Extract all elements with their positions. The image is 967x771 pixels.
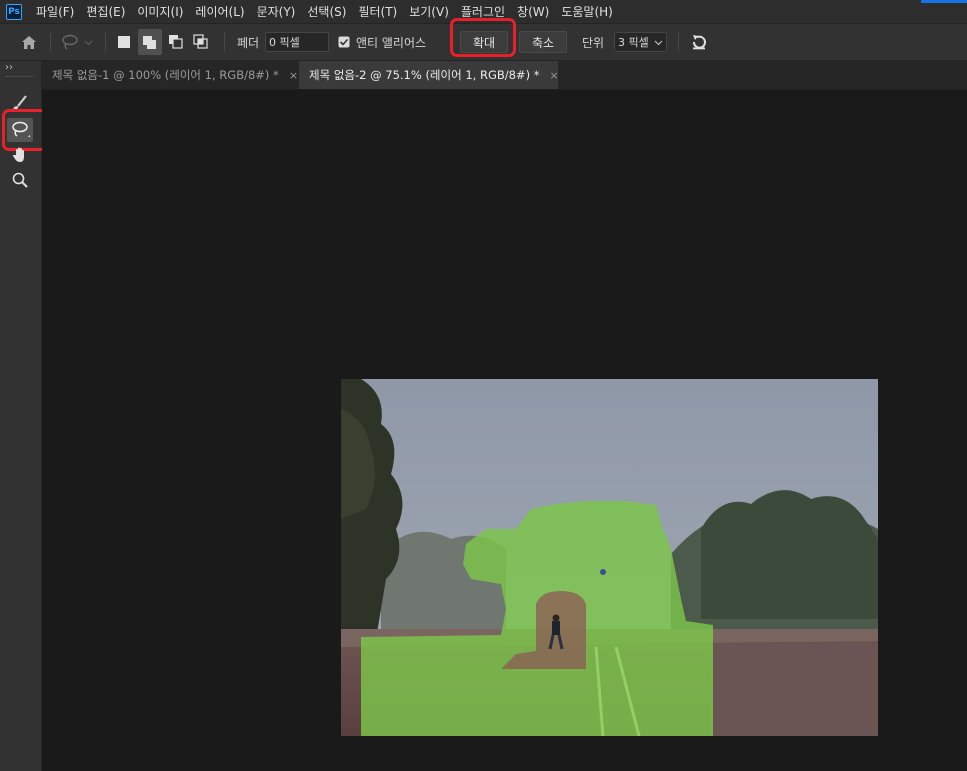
unit-select-value: 3 픽셀 — [618, 36, 649, 49]
intersect-selection-icon — [193, 34, 208, 49]
reset-button[interactable] — [690, 24, 708, 60]
subtract-from-selection-button[interactable] — [168, 34, 184, 53]
menu-file[interactable]: 파일(F) — [30, 3, 80, 20]
zoom-tool[interactable] — [7, 168, 33, 192]
new-selection-icon[interactable] — [118, 36, 130, 48]
menu-edit[interactable]: 편집(E) — [80, 3, 131, 20]
close-icon[interactable]: × — [549, 69, 558, 82]
menu-select[interactable]: 선택(S) — [301, 3, 352, 20]
photo-with-quick-mask — [341, 379, 878, 736]
tool-preset-picker[interactable] — [58, 24, 100, 60]
feather-label: 페더 — [237, 35, 260, 50]
menu-image[interactable]: 이미지(I) — [131, 3, 189, 20]
subtract-selection-icon — [169, 35, 183, 49]
document-image[interactable] — [341, 379, 878, 736]
feather-input[interactable]: 0 픽셀 — [265, 32, 329, 52]
options-bar: 페더 0 픽셀 앤티 앨리어스 확대 축소 단위 3 픽셀 — [0, 18, 967, 61]
unit-select[interactable]: 3 픽셀 — [614, 32, 667, 52]
zoom-icon — [12, 172, 28, 188]
add-to-selection-button[interactable] — [138, 29, 162, 55]
panel-grip[interactable] — [6, 76, 34, 79]
tab-label: 제목 없음-1 @ 100% (레이어 1, RGB/8#) * — [52, 68, 279, 82]
expand-highlight-annotation — [450, 18, 516, 57]
menu-layer[interactable]: 레이어(L) — [189, 3, 250, 20]
close-icon[interactable]: × — [289, 69, 298, 82]
add-selection-icon — [143, 36, 156, 49]
chevron-down-icon — [654, 40, 663, 46]
menu-filter[interactable]: 필터(T) — [352, 3, 403, 20]
tab-label: 제목 없음-2 @ 75.1% (레이어 1, RGB/8#) * — [309, 68, 540, 82]
menu-window[interactable]: 창(W) — [511, 3, 555, 20]
hand-tool[interactable] — [7, 143, 33, 167]
lasso-preset-icon — [62, 34, 78, 50]
contract-button[interactable]: 축소 — [519, 31, 567, 53]
tools-panel: ›› — [0, 61, 47, 771]
home-button[interactable] — [16, 24, 42, 60]
collapse-panel-icon[interactable]: ›› — [5, 62, 13, 73]
tab-document-2[interactable]: 제목 없음-2 @ 75.1% (레이어 1, RGB/8#) * × — [299, 61, 559, 89]
window-accent-strip — [921, 0, 967, 3]
tab-document-1[interactable]: 제목 없음-1 @ 100% (레이어 1, RGB/8#) * × — [42, 61, 298, 89]
home-icon — [22, 35, 36, 49]
menu-help[interactable]: 도움말(H) — [555, 3, 619, 20]
checkbox-checked-icon — [338, 36, 350, 48]
antialias-checkbox[interactable] — [338, 24, 350, 60]
hand-icon — [13, 147, 24, 162]
chevron-down-icon — [84, 40, 93, 45]
document-tabs: 제목 없음-1 @ 100% (레이어 1, RGB/8#) * × 제목 없음… — [42, 61, 967, 89]
menu-view[interactable]: 보기(V) — [403, 3, 455, 20]
intersect-selection-button[interactable] — [193, 34, 209, 53]
menu-type[interactable]: 문자(Y) — [251, 3, 302, 20]
antialias-label: 앤티 앨리어스 — [356, 35, 427, 50]
unit-label: 단위 — [582, 35, 605, 50]
photoshop-logo: Ps — [6, 3, 22, 20]
reset-icon — [692, 35, 706, 50]
